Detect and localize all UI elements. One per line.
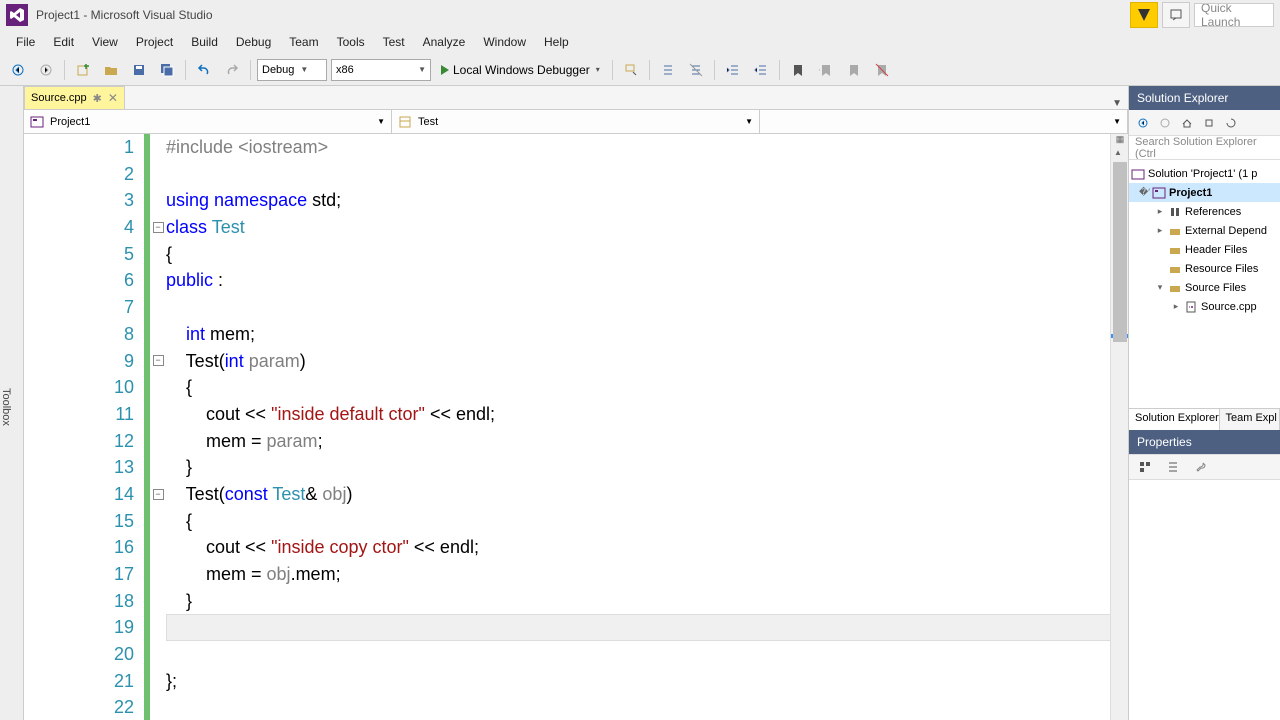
start-debugger-button[interactable]: Local Windows Debugger ▾	[435, 59, 606, 81]
undo-button[interactable]	[192, 58, 216, 82]
solution-explorer-header: Solution Explorer	[1129, 86, 1280, 110]
window-title: Project1 - Microsoft Visual Studio	[36, 8, 213, 22]
menu-project[interactable]: Project	[128, 32, 181, 52]
se-back-button[interactable]	[1133, 113, 1153, 133]
title-bar: Project1 - Microsoft Visual Studio Quick…	[0, 0, 1280, 30]
save-all-button[interactable]	[155, 58, 179, 82]
outdent-button[interactable]	[749, 58, 773, 82]
config-value: Debug	[262, 64, 294, 76]
props-alpha-button[interactable]	[1161, 455, 1185, 479]
toolbar: Debug▼ x86▼ Local Windows Debugger ▾	[0, 54, 1280, 86]
toolbox-tab[interactable]: Toolbox	[0, 86, 24, 720]
play-icon	[441, 65, 449, 75]
file-tab-source[interactable]: Source.cpp ✱ ✕	[24, 86, 125, 109]
context-bar: Project1 ▼ Test ▼ ▼	[24, 110, 1128, 134]
tree-resource-files[interactable]: Resource Files	[1129, 259, 1280, 278]
split-icon[interactable]: ▦	[1111, 134, 1128, 148]
menu-debug[interactable]: Debug	[228, 32, 279, 52]
save-button[interactable]	[127, 58, 151, 82]
vs-logo-icon	[6, 4, 28, 26]
indent-button[interactable]	[721, 58, 745, 82]
tree-source-cpp[interactable]: ▸Source.cpp	[1129, 297, 1280, 316]
tab-overflow-icon[interactable]: ▼	[1106, 98, 1128, 109]
tree-project[interactable]: �′Project1	[1129, 183, 1280, 202]
menu-team[interactable]: Team	[281, 32, 326, 52]
code-content[interactable]: #include <iostream>using namespace std;c…	[166, 134, 1128, 720]
menu-tools[interactable]: Tools	[329, 32, 373, 52]
tree-header-files[interactable]: Header Files	[1129, 240, 1280, 259]
menu-view[interactable]: View	[84, 32, 126, 52]
project-context-dropdown[interactable]: Project1 ▼	[24, 110, 392, 133]
solution-explorer-search[interactable]: Search Solution Explorer (Ctrl	[1129, 136, 1280, 160]
quick-launch-input[interactable]: Quick Launch	[1194, 3, 1274, 27]
scroll-up-icon[interactable]: ▲	[1114, 148, 1122, 157]
menu-test[interactable]: Test	[375, 32, 413, 52]
props-wrench-button[interactable]	[1189, 455, 1213, 479]
properties-toolbar	[1129, 454, 1280, 480]
solution-explorer-toolbar	[1129, 110, 1280, 136]
scope-context-dropdown[interactable]: Test ▼	[392, 110, 760, 133]
se-forward-button[interactable]	[1155, 113, 1175, 133]
scope-context-label: Test	[418, 116, 438, 128]
right-panel: Solution Explorer Search Solution Explor…	[1128, 86, 1280, 720]
code-editor[interactable]: 12345678910111213141516171819202122 −−− …	[24, 134, 1128, 720]
forward-button[interactable]	[34, 58, 58, 82]
open-button[interactable]	[99, 58, 123, 82]
se-refresh-button[interactable]	[1199, 113, 1219, 133]
tab-close-icon[interactable]: ✕	[108, 91, 118, 105]
back-button[interactable]	[6, 58, 30, 82]
tree-external-deps[interactable]: ▸External Depend	[1129, 221, 1280, 240]
menu-build[interactable]: Build	[183, 32, 226, 52]
notifications-button[interactable]	[1130, 2, 1158, 28]
config-dropdown[interactable]: Debug▼	[257, 59, 327, 81]
tab-modified-icon: ✱	[93, 92, 102, 105]
tree-source-files[interactable]: ▾Source Files	[1129, 278, 1280, 297]
props-categorized-button[interactable]	[1133, 455, 1157, 479]
line-number-gutter: 12345678910111213141516171819202122	[24, 134, 144, 720]
tab-solution-explorer[interactable]: Solution Explorer	[1129, 409, 1220, 430]
menu-bar: File Edit View Project Build Debug Team …	[0, 30, 1280, 54]
next-bookmark-button[interactable]	[842, 58, 866, 82]
prev-bookmark-button[interactable]	[814, 58, 838, 82]
menu-help[interactable]: Help	[536, 32, 577, 52]
find-button[interactable]	[619, 58, 643, 82]
debugger-label: Local Windows Debugger	[453, 63, 590, 77]
tree-references[interactable]: ▸References	[1129, 202, 1280, 221]
properties-body	[1129, 480, 1280, 720]
uncomment-button[interactable]	[684, 58, 708, 82]
platform-dropdown[interactable]: x86▼	[331, 59, 431, 81]
se-home-button[interactable]	[1177, 113, 1197, 133]
solution-tree[interactable]: Solution 'Project1' (1 p �′Project1 ▸Ref…	[1129, 160, 1280, 408]
feedback-button[interactable]	[1162, 2, 1190, 28]
menu-window[interactable]: Window	[475, 32, 534, 52]
project-context-label: Project1	[50, 116, 90, 128]
tree-solution[interactable]: Solution 'Project1' (1 p	[1129, 164, 1280, 183]
tab-strip: Source.cpp ✱ ✕ ▼	[24, 86, 1128, 110]
side-tabs: Solution Explorer Team Expl	[1129, 408, 1280, 430]
clear-bookmarks-button[interactable]	[870, 58, 894, 82]
bookmark-button[interactable]	[786, 58, 810, 82]
tab-team-explorer[interactable]: Team Expl	[1220, 409, 1280, 430]
platform-value: x86	[336, 64, 354, 76]
tab-label: Source.cpp	[31, 92, 87, 104]
new-project-button[interactable]	[71, 58, 95, 82]
member-context-dropdown[interactable]: ▼	[760, 110, 1128, 133]
menu-edit[interactable]: Edit	[45, 32, 82, 52]
comment-button[interactable]	[656, 58, 680, 82]
menu-analyze[interactable]: Analyze	[415, 32, 474, 52]
fold-column[interactable]: −−−	[150, 134, 166, 720]
redo-button[interactable]	[220, 58, 244, 82]
menu-file[interactable]: File	[8, 32, 43, 52]
properties-header: Properties	[1129, 430, 1280, 454]
vertical-scrollbar[interactable]: ▦ ▲	[1110, 134, 1128, 720]
se-sync-button[interactable]	[1221, 113, 1241, 133]
